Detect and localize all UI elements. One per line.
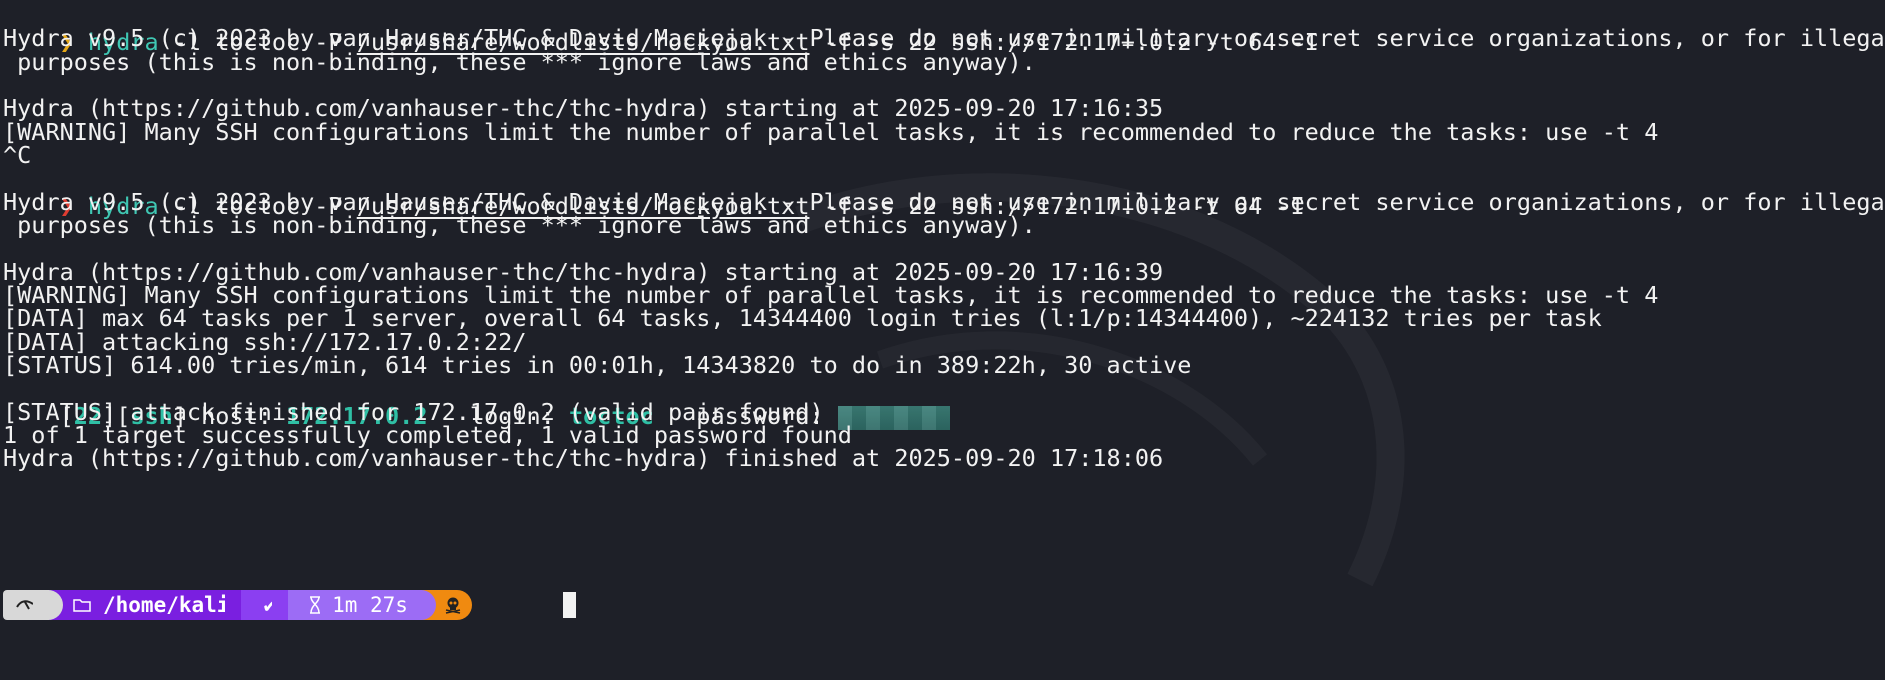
terminal-window[interactable]: ❯ hydra -l toctoc -P /usr/share/wordlist… <box>0 0 1885 680</box>
terminal-line: purposes (this is non-binding, these ***… <box>3 48 1036 76</box>
folder-icon <box>73 599 91 612</box>
prompt-os-segment <box>3 590 63 620</box>
skull-icon <box>445 597 461 614</box>
text-cursor[interactable] <box>563 592 576 618</box>
prompt-status-segment: ✔ <box>241 590 303 620</box>
prompt-bar: /home/kali ✔ 1m 27s <box>3 590 472 620</box>
prompt-duration-segment: 1m 27s <box>288 590 436 620</box>
command-duration: 1m 27s <box>332 593 408 617</box>
terminal-line: Hydra (https://github.com/vanhauser-thc/… <box>3 444 1164 472</box>
terminal-line: purposes (this is non-binding, these ***… <box>3 211 1036 239</box>
hourglass-icon <box>310 596 321 614</box>
terminal-line: [WARNING] Many SSH configurations limit … <box>3 118 1659 146</box>
prompt-directory-segment: /home/kali <box>49 590 256 620</box>
redacted-password <box>837 405 950 430</box>
current-directory: /home/kali <box>103 593 230 617</box>
